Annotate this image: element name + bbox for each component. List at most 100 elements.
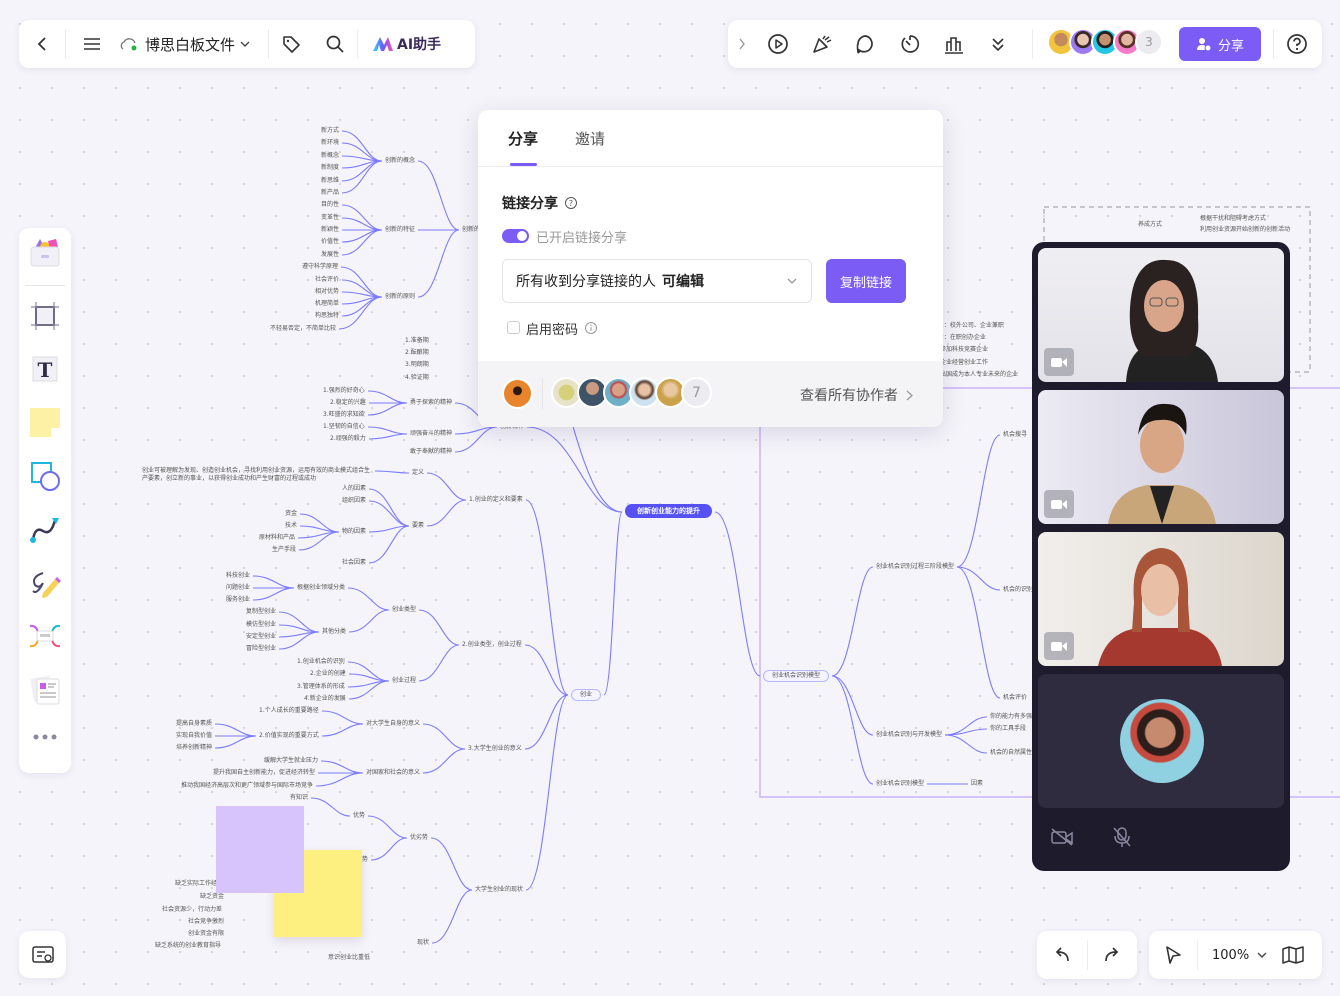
mindmap-node[interactable]: 创业机会识别过程三阶段模型 bbox=[876, 563, 954, 571]
mindmap-node[interactable]: 社会评价 bbox=[315, 276, 339, 284]
pen-tool[interactable] bbox=[19, 567, 71, 599]
help-button[interactable] bbox=[1274, 33, 1320, 55]
mindmap-node[interactable]: 新颖性 bbox=[321, 226, 339, 234]
mindmap-node[interactable]: 2.价值实现的重要方式 bbox=[259, 732, 319, 740]
more-collaborators-count[interactable]: 7 bbox=[681, 377, 712, 408]
camera-toggle[interactable] bbox=[1044, 490, 1074, 518]
file-name-dropdown[interactable]: 博思白板文件 bbox=[118, 34, 250, 55]
menu-button[interactable] bbox=[66, 37, 118, 51]
mindmap-node[interactable]: 新产品 bbox=[321, 189, 339, 197]
mindmap-node[interactable]: 相对优势 bbox=[315, 288, 339, 296]
mindmap-node[interactable]: 3.明朗期 bbox=[405, 361, 429, 369]
mindmap-node[interactable]: 4.新企业的发展 bbox=[304, 695, 346, 703]
mindmap-node[interactable]: 其他分类 bbox=[322, 628, 346, 636]
mindmap-node[interactable]: 资金 bbox=[285, 510, 297, 518]
present-button[interactable] bbox=[756, 33, 800, 55]
mindmap-node[interactable]: 1.准备期 bbox=[405, 337, 429, 345]
mindmap-node[interactable]: 勇于探索的精神 bbox=[410, 399, 452, 407]
sticky-note-purple[interactable] bbox=[216, 806, 304, 893]
mindmap-node[interactable]: 优势 bbox=[353, 812, 365, 820]
mindmap-node[interactable]: 模仿型创业 bbox=[246, 621, 276, 629]
mindmap-node[interactable]: 创业机会识别与开发模型 bbox=[876, 731, 942, 739]
shape-tool[interactable] bbox=[19, 460, 71, 492]
mindmap-node[interactable]: 对大学生自身的意义 bbox=[366, 720, 420, 728]
ai-assistant-button[interactable]: AI助手 bbox=[372, 34, 441, 54]
mindmap-node[interactable]: 你的工具手段 bbox=[990, 725, 1026, 733]
camera-off-button[interactable] bbox=[1048, 824, 1076, 850]
mindmap-node[interactable]: 3.旺盛的求知欲 bbox=[323, 411, 365, 419]
mindmap-node[interactable]: 社会资源少，行动力差 bbox=[162, 906, 222, 914]
mindmap-node[interactable]: 顽强奋斗的精神 bbox=[410, 430, 452, 438]
mindmap-node[interactable]: 新方式 bbox=[321, 127, 339, 135]
zoom-dropdown[interactable]: 100% bbox=[1212, 948, 1267, 963]
link-share-toggle[interactable] bbox=[502, 229, 529, 243]
collaborator-avatars[interactable]: 3 bbox=[1047, 28, 1175, 58]
documents-tool[interactable] bbox=[19, 674, 71, 706]
mindmap-node[interactable]: 2.酝酿期 bbox=[405, 349, 429, 357]
mindmap-node[interactable]: 3.大学生创业的意义 bbox=[468, 745, 522, 753]
mindmap-node[interactable]: 1.创业机会的识别 bbox=[297, 658, 345, 666]
back-button[interactable] bbox=[19, 36, 65, 52]
mindmap-node[interactable]: 2.稳定的兴趣 bbox=[330, 399, 366, 407]
mindmap-node[interactable]: 1.个人成长的重要路径 bbox=[259, 707, 319, 715]
mindmap-node[interactable]: 机会的自然属性 bbox=[990, 749, 1032, 757]
frame-tool[interactable] bbox=[19, 301, 71, 331]
mindmap-node[interactable]: 创业资金有限 bbox=[188, 930, 224, 938]
mindmap-node[interactable]: 1.创业的定义和要素 bbox=[469, 496, 523, 504]
mindmap-node[interactable]: 机会评价 bbox=[1003, 694, 1027, 702]
tab-share[interactable]: 分享 bbox=[508, 128, 538, 149]
mindmap-node[interactable]: 价值性 bbox=[321, 238, 339, 246]
tag-button[interactable] bbox=[269, 34, 313, 54]
mindmap-node[interactable]: 原材料和产品 bbox=[259, 534, 295, 542]
mindmap-node[interactable]: 新概念 bbox=[321, 152, 339, 160]
help-icon[interactable]: ? bbox=[564, 196, 578, 210]
permission-select[interactable]: 所有收到分享链接的人 可编辑 bbox=[502, 259, 812, 303]
minimap-toggle[interactable] bbox=[19, 931, 66, 978]
tab-invite[interactable]: 邀请 bbox=[575, 128, 605, 149]
mindmap-node[interactable]: 2.创业类型，创业过程 bbox=[462, 641, 522, 649]
mindmap-node[interactable]: 敢于奉献的精神 bbox=[410, 448, 452, 456]
mindmap-node[interactable]: 培养创新精神 bbox=[176, 744, 212, 752]
mindmap-node[interactable]: 1.坚韧的自信心 bbox=[323, 423, 365, 431]
mindmap-node[interactable]: 创业过程 bbox=[392, 677, 416, 685]
comment-button[interactable] bbox=[844, 33, 888, 55]
mindmap-root-node[interactable]: 创新创业能力的提升 bbox=[625, 504, 712, 518]
expand-toolbar-button[interactable] bbox=[728, 38, 756, 50]
mindmap-node[interactable]: 机会的识别 bbox=[1003, 586, 1033, 594]
mindmap-node[interactable]: 创新的特征 bbox=[385, 226, 415, 234]
mindmap-node[interactable]: 1：校外公司、企业兼职 bbox=[940, 322, 1004, 330]
mindmap-node[interactable]: 创新的原则 bbox=[385, 293, 415, 301]
search-button[interactable] bbox=[313, 34, 357, 54]
mindmap-node[interactable]: 新制度 bbox=[321, 164, 339, 172]
mindmap-node[interactable]: 4.验证期 bbox=[405, 374, 429, 382]
mindmap-node[interactable]: 创业机会识别模型 bbox=[876, 780, 924, 788]
mindmap-node[interactable]: 创业类型 bbox=[392, 606, 416, 614]
mindmap-node[interactable]: 因素 bbox=[971, 780, 983, 788]
share-button[interactable]: 分享 bbox=[1179, 27, 1261, 61]
mindmap-node[interactable]: 社会因素 bbox=[342, 559, 366, 567]
mindmap-node[interactable]: 根据创业领域分类 bbox=[297, 584, 345, 592]
mindmap-node[interactable]: 企业经营创业工作 bbox=[940, 359, 988, 367]
camera-toggle[interactable] bbox=[1044, 348, 1074, 376]
mindmap-node[interactable]: 根据干扰和阻碍考虑方式 bbox=[1200, 215, 1266, 223]
connector-tool[interactable] bbox=[19, 514, 71, 546]
mindmap-node[interactable]: 推动我国经济高层次和更广领域参与国际市场竞争 bbox=[181, 782, 313, 790]
mindmap-node[interactable]: 提升我国自主创新能力，促进经济转型 bbox=[213, 769, 315, 777]
templates-tool[interactable] bbox=[19, 236, 71, 268]
mindmap-node[interactable]: 对国家和社会的意义 bbox=[366, 769, 420, 777]
mindmap-node[interactable]: 利用创业资源开始创新的创新活动 bbox=[1200, 226, 1290, 234]
mute-button[interactable] bbox=[1108, 824, 1136, 850]
text-tool[interactable]: T bbox=[19, 354, 71, 384]
mindmap-node[interactable]: 出国成为本人专业未来的企业 bbox=[940, 371, 1018, 379]
mindmap-node[interactable]: 你的能力有多强 bbox=[990, 713, 1032, 721]
mindmap-node[interactable]: 服务创业 bbox=[226, 596, 250, 604]
mindmap-node[interactable]: 提高自身素质 bbox=[176, 720, 212, 728]
vote-button[interactable] bbox=[932, 33, 976, 55]
mindmap-node[interactable]: 参加科技竞赛企业 bbox=[940, 346, 988, 354]
mindmap-tool[interactable] bbox=[19, 621, 71, 651]
mindmap-node[interactable]: 安定型创业 bbox=[246, 633, 276, 641]
mindmap-node[interactable]: 定义 bbox=[412, 469, 424, 477]
mindmap-node[interactable]: 2：在职创办企业 bbox=[940, 334, 986, 342]
select-tool-button[interactable] bbox=[1149, 945, 1197, 965]
mindmap-node[interactable]: 2.企业的创建 bbox=[310, 670, 346, 678]
